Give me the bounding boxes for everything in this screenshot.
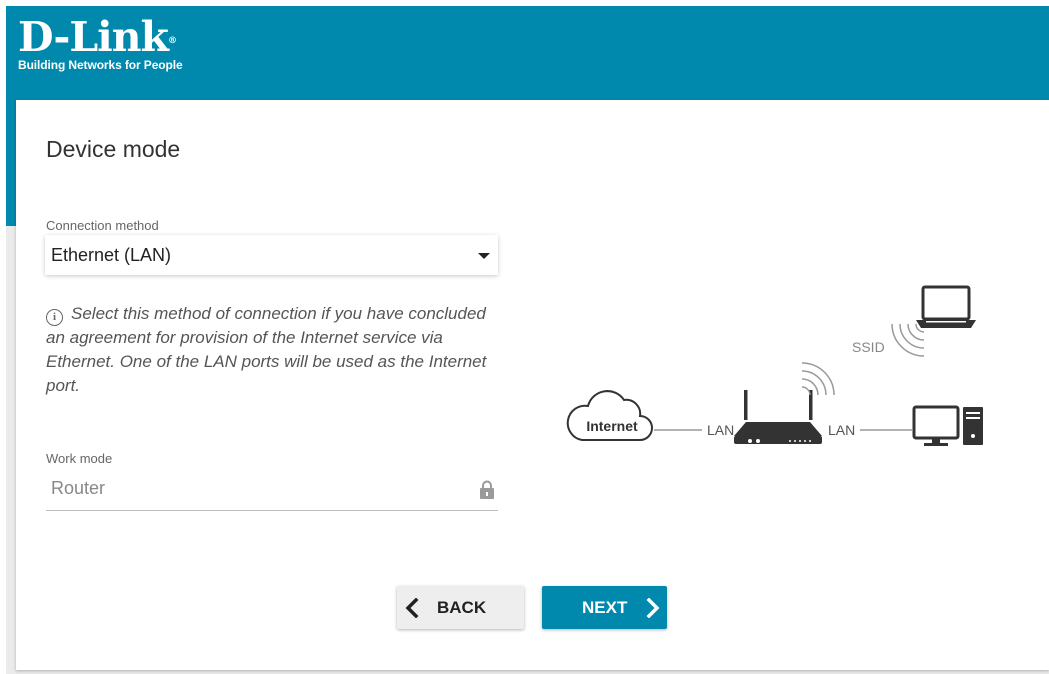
chevron-left-icon	[405, 598, 419, 618]
work-mode-value: Router	[51, 478, 106, 498]
logo-tagline: Building Networks for People	[18, 58, 183, 72]
router-icon	[734, 390, 822, 444]
info-circle-icon: i	[46, 309, 63, 326]
chevron-right-icon	[646, 598, 660, 618]
connection-method-select[interactable]: Ethernet (LAN)	[45, 235, 498, 275]
lock-icon	[480, 480, 494, 499]
lan-left-label: LAN	[707, 422, 734, 438]
internet-label: Internet	[586, 418, 638, 434]
device-mode-card: Device mode Connection method Ethernet (…	[16, 100, 1049, 670]
lan-right-label: LAN	[828, 422, 855, 438]
work-mode-label: Work mode	[46, 451, 113, 466]
laptop-icon	[916, 285, 976, 328]
next-button-label: NEXT	[582, 598, 628, 617]
dlink-logo: D-Link® Building Networks for People	[18, 14, 183, 72]
next-button[interactable]: NEXT	[542, 586, 667, 629]
ssid-label: SSID	[852, 339, 885, 355]
laptop-wifi-waves-icon	[891, 323, 925, 357]
network-diagram: Internet LAN LAN SSID	[566, 285, 983, 446]
connection-method-hint: i Select this method of connection if you…	[46, 302, 506, 398]
router-wifi-waves-icon	[801, 362, 835, 396]
work-mode-field: Router	[46, 473, 498, 511]
connection-method-value: Ethernet (LAN)	[51, 245, 172, 265]
hint-text: Select this method of connection if you …	[46, 304, 487, 395]
logo-name: D-Link	[18, 13, 169, 61]
caret-down-icon	[478, 253, 490, 259]
page-title: Device mode	[46, 136, 181, 162]
back-button-label: BACK	[437, 598, 487, 617]
back-button[interactable]: BACK	[397, 586, 524, 629]
desktop-computer-icon	[912, 405, 983, 446]
connection-method-label: Connection method	[46, 218, 159, 233]
logo-registered-mark: ®	[167, 36, 177, 46]
